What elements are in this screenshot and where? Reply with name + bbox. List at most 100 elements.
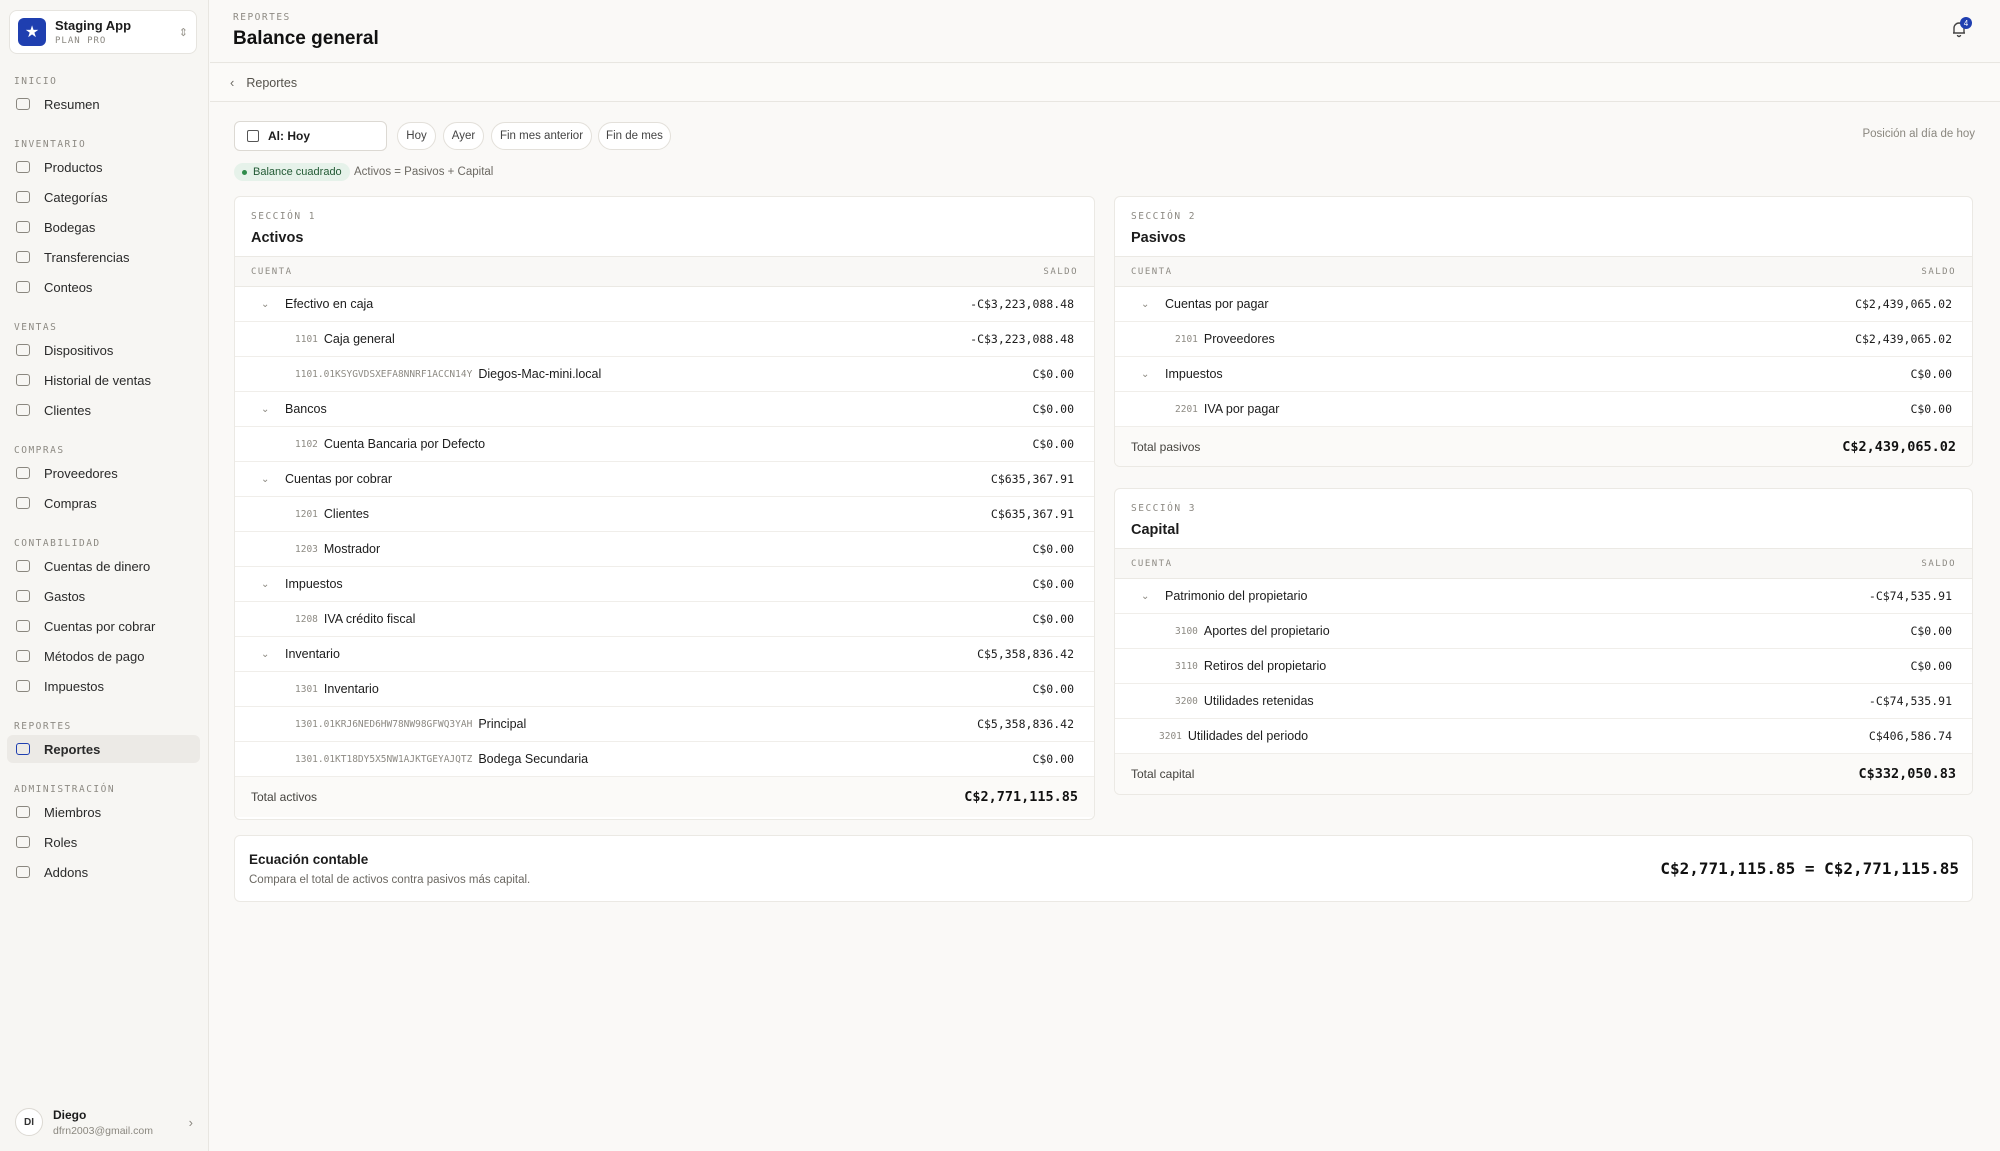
chevron-down-icon[interactable]: ⌄ [261, 299, 269, 310]
liabilities-rows: ⌄ Cuentas por pagar C$2,439,065.02 2101 Prov… [1115, 287, 1972, 427]
sidebar-item-label: Métodos de pago [44, 648, 145, 664]
sidebar-item-cuentas-de-dinero[interactable]: Cuentas de dinero [7, 552, 200, 580]
total-label: Total capital [1131, 767, 1195, 781]
account-code: 1101 [295, 333, 318, 345]
sidebar-item-resumen[interactable]: Resumen [7, 90, 200, 118]
account-group-row[interactable]: ⌄ Cuentas por pagar C$2,439,065.02 [1115, 287, 1972, 322]
section-title: Pasivos [1131, 230, 1186, 246]
sidebar-item-miembros[interactable]: Miembros [7, 798, 200, 826]
sidebar-item-label: Conteos [44, 279, 93, 295]
date-picker[interactable]: Al: Hoy [234, 121, 387, 151]
calendar-icon [247, 130, 259, 142]
metodos-de-pago-icon [16, 650, 30, 662]
account-group-row[interactable]: ⌄ Inventario C$5,358,836.42 [235, 637, 1094, 672]
account-row: 1301 Inventario C$0.00 [235, 672, 1094, 707]
account-code: 1102 [295, 438, 318, 450]
column-header: CUENTA SALDO [1115, 549, 1972, 579]
conteos-icon [16, 281, 30, 293]
account-group-row[interactable]: ⌄ Cuentas por cobrar C$635,367.91 [235, 462, 1094, 497]
sidebar-item-addons[interactable]: Addons [7, 858, 200, 886]
sidebar-item-label: Transferencias [44, 249, 130, 265]
dispositivos-icon [16, 344, 30, 356]
account-balance: -C$74,535.91 [1868, 694, 1952, 708]
total-amount: C$2,439,065.02 [1842, 439, 1956, 455]
chevron-left-icon[interactable]: ‹ [230, 75, 234, 90]
sidebar-item-label: Miembros [44, 804, 102, 820]
proveedores-icon [16, 467, 30, 479]
account-balance: C$0.00 [1910, 624, 1952, 638]
chevron-down-icon[interactable]: ⌄ [261, 649, 269, 660]
sidebar-item-productos[interactable]: Productos [7, 153, 200, 181]
account-balance: C$5,358,836.42 [977, 647, 1074, 661]
column-header: CUENTA SALDO [235, 257, 1094, 287]
sidebar-item-conteos[interactable]: Conteos [7, 273, 200, 301]
equation-value: C$2,771,115.85 = C$2,771,115.85 [1660, 859, 1959, 878]
account-group-row[interactable]: ⌄ Impuestos C$0.00 [235, 567, 1094, 602]
impuestos-icon [16, 680, 30, 692]
account-code: 3200 [1175, 695, 1198, 707]
sidebar-item-categorias[interactable]: Categorías [7, 183, 200, 211]
sidebar-item-dispositivos[interactable]: Dispositivos [7, 336, 200, 364]
roles-icon [16, 836, 30, 848]
chip-fin-de-mes[interactable]: Fin de mes [598, 122, 671, 150]
account-row: 1102 Cuenta Bancaria por Defecto C$0.00 [235, 427, 1094, 462]
status-badge-label: Balance cuadrado [253, 166, 342, 178]
clientes-icon [16, 404, 30, 416]
transferencias-icon [16, 251, 30, 263]
account-code: 1301.01KT18DY5X5NW1AJKTGEYAJQTZ [295, 753, 473, 765]
account-balance: C$0.00 [1032, 367, 1074, 381]
account-group-row[interactable]: ⌄ Patrimonio del propietario -C$74,535.91 [1115, 579, 1972, 614]
star-icon: ★ [18, 18, 46, 46]
user-name: Diego [53, 1107, 87, 1122]
sidebar-item-clientes[interactable]: Clientes [7, 396, 200, 424]
sidebar-item-label: Historial de ventas [44, 372, 151, 388]
account-balance: C$0.00 [1032, 752, 1074, 766]
account-group-row[interactable]: ⌄ Impuestos C$0.00 [1115, 357, 1972, 392]
sidebar-item-gastos[interactable]: Gastos [7, 582, 200, 610]
nav-section-ventas: VENTAS [14, 322, 58, 333]
column-balance: SALDO [1043, 266, 1078, 277]
account-row: 1201 Clientes C$635,367.91 [235, 497, 1094, 532]
sidebar-item-metodos-de-pago[interactable]: Métodos de pago [7, 642, 200, 670]
user-menu[interactable]: DI Diego dfrn2003@gmail.com › [9, 1100, 199, 1144]
account-code: 3100 [1175, 625, 1198, 637]
account-row: 1208 IVA crédito fiscal C$0.00 [235, 602, 1094, 637]
chevron-down-icon[interactable]: ⌄ [1141, 299, 1149, 310]
account-row: 1301.01KRJ6NED6HW78NW98GFWQ3YAH Principal… [235, 707, 1094, 742]
sidebar-item-cuentas-por-cobrar[interactable]: Cuentas por cobrar [7, 612, 200, 640]
sidebar-item-label: Gastos [44, 588, 86, 604]
chevron-down-icon[interactable]: ⌄ [1141, 591, 1149, 602]
chip-hoy[interactable]: Hoy [397, 122, 436, 150]
chevron-up-down-icon: ⇕ [178, 26, 188, 39]
account-balance: C$0.00 [1032, 577, 1074, 591]
account-code: 1301 [295, 683, 318, 695]
account-row: 2101 Proveedores C$2,439,065.02 [1115, 322, 1972, 357]
account-balance: C$0.00 [1032, 542, 1074, 556]
column-balance: SALDO [1921, 558, 1956, 569]
sidebar-item-bodegas[interactable]: Bodegas [7, 213, 200, 241]
app-switcher[interactable]: ★ Staging App PLAN PRO ⇕ [9, 10, 197, 54]
chevron-down-icon[interactable]: ⌄ [1141, 369, 1149, 380]
chip-ayer[interactable]: Ayer [443, 122, 484, 150]
account-name: Utilidades retenidas [1203, 694, 1314, 708]
sidebar-item-transferencias[interactable]: Transferencias [7, 243, 200, 271]
sidebar-item-label: Roles [44, 834, 78, 850]
back-link[interactable]: Reportes [246, 76, 297, 90]
sidebar-item-compras[interactable]: Compras [7, 489, 200, 517]
chevron-down-icon[interactable]: ⌄ [261, 579, 269, 590]
sidebar-item-historial-de-ventas[interactable]: Historial de ventas [7, 366, 200, 394]
sidebar-item-roles[interactable]: Roles [7, 828, 200, 856]
account-balance: C$0.00 [1032, 682, 1074, 696]
account-group-row[interactable]: ⌄ Bancos C$0.00 [235, 392, 1094, 427]
sidebar-item-label: Clientes [44, 402, 91, 418]
sidebar-item-label: Impuestos [44, 678, 104, 694]
sidebar-item-impuestos[interactable]: Impuestos [7, 672, 200, 700]
account-group-row[interactable]: ⌄ Efectivo en caja -C$3,223,088.48 [235, 287, 1094, 322]
chevron-down-icon[interactable]: ⌄ [261, 474, 269, 485]
chevron-down-icon[interactable]: ⌄ [261, 404, 269, 415]
chevron-right-icon: › [188, 1114, 193, 1130]
sidebar-item-proveedores[interactable]: Proveedores [7, 459, 200, 487]
chip-fin-mes-anterior[interactable]: Fin mes anterior [491, 122, 592, 150]
account-name: Retiros del propietario [1203, 659, 1327, 673]
sidebar-item-reportes[interactable]: Reportes [7, 735, 200, 763]
